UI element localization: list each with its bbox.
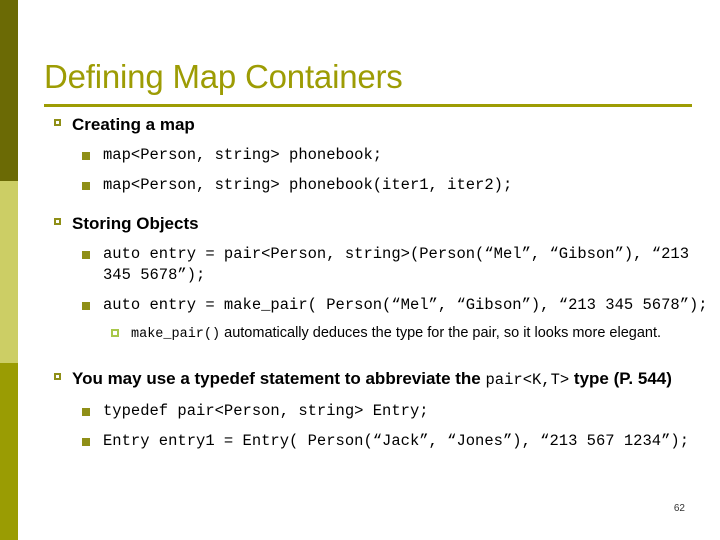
list-item: auto entry = make_pair( Person(“Mel”, “G… [0,295,720,316]
section-heading-label: Storing Objects [72,214,199,233]
list-item-label: typedef pair<Person, string> Entry; [103,402,429,420]
sub-list-item-code: make_pair() [131,327,221,342]
square-outline-bullet-icon [54,119,61,126]
sub-list-item: make_pair() automatically deduces the ty… [0,323,720,345]
section-heading-label: Creating a map [72,115,195,134]
list-item-label: map<Person, string> phonebook(iter1, ite… [103,176,513,194]
slide-title: Defining Map Containers [44,58,403,95]
slide-content: Creating a map map<Person, string> phone… [0,113,720,452]
section-heading-creating-a-map: Creating a map [0,113,720,136]
square-filled-bullet-icon [82,251,90,259]
list-item-label: auto entry = pair<Person, string>(Person… [103,245,689,284]
title-divider [44,104,692,107]
square-filled-bullet-icon [82,408,90,416]
list-item: typedef pair<Person, string> Entry; [0,401,720,422]
square-outline-bullet-icon [54,373,61,380]
list-item-label: map<Person, string> phonebook; [103,146,383,164]
list-item: map<Person, string> phonebook; [0,145,720,166]
list-item: Entry entry1 = Entry( Person(“Jack”, “Jo… [0,431,720,452]
section-heading-storing-objects: Storing Objects [0,212,720,235]
list-item: auto entry = pair<Person, string>(Person… [0,244,720,286]
section-heading-typedef: You may use a typedef statement to abbre… [0,367,720,392]
list-item-label: Entry entry1 = Entry( Person(“Jack”, “Jo… [103,432,689,450]
section-heading-label-part2: type (P. 544) [569,369,672,388]
section-heading-label-part1: You may use a typedef statement to abbre… [72,369,486,388]
square-filled-bullet-icon [82,302,90,310]
square-outline-bullet-icon [54,218,61,225]
page-number: 62 [673,503,685,514]
section-heading-code: pair<K,T> [485,371,570,389]
list-item-label: auto entry = make_pair( Person(“Mel”, “G… [103,296,708,314]
square-outline-small-bullet-icon [111,329,119,337]
square-filled-bullet-icon [82,152,90,160]
square-filled-bullet-icon [82,182,90,190]
slide: Defining Map Containers Creating a map m… [0,0,720,540]
square-filled-bullet-icon [82,438,90,446]
sub-list-item-label: automatically deduces the type for the p… [220,325,662,341]
list-item: map<Person, string> phonebook(iter1, ite… [0,175,720,196]
